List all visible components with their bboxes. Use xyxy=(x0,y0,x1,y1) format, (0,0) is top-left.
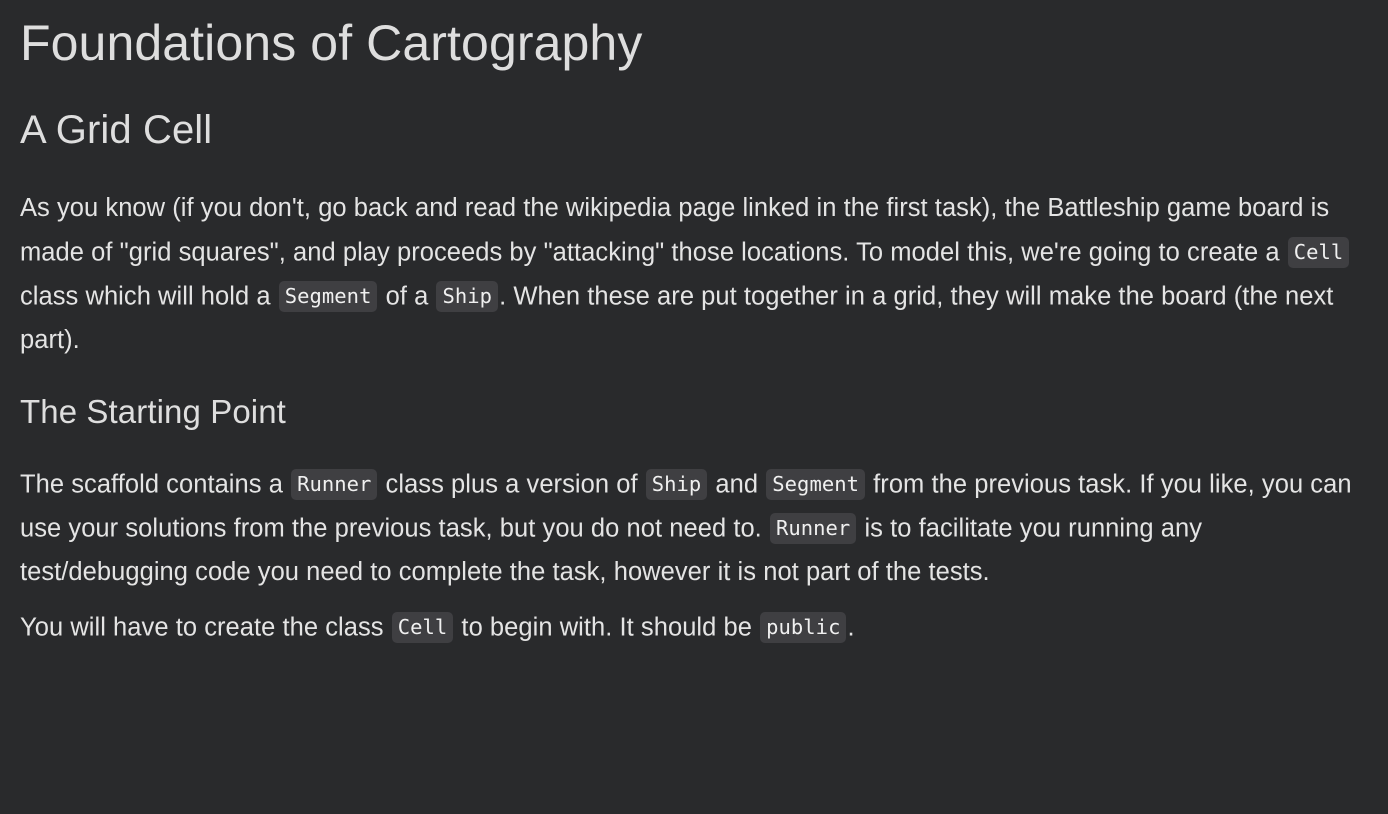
inline-code-public: public xyxy=(760,612,847,644)
page-title: Foundations of Cartography xyxy=(20,15,643,71)
inline-code-segment: Segment xyxy=(766,468,866,500)
paragraph-intro: As you know (if you don't, go back and r… xyxy=(20,154,1368,362)
inline-code-ship: Ship xyxy=(436,280,499,312)
paragraph-scaffold: The scaffold contains a Runner class plu… xyxy=(20,468,1352,586)
document-body: Foundations of Cartography A Grid Cell A… xyxy=(0,0,1388,650)
subsection-heading-the-starting-point: The Starting Point xyxy=(20,393,286,431)
inline-code-segment: Segment xyxy=(278,280,378,312)
inline-code-ship: Ship xyxy=(645,468,708,500)
inline-code-runner: Runner xyxy=(769,512,857,544)
inline-code-cell: Cell xyxy=(391,612,454,644)
inline-code-cell: Cell xyxy=(1287,236,1350,268)
inline-code-runner: Runner xyxy=(291,468,378,500)
paragraph-create-class: You will have to create the class Cell t… xyxy=(20,612,855,644)
section-heading-a-grid-cell: A Grid Cell xyxy=(20,108,213,152)
